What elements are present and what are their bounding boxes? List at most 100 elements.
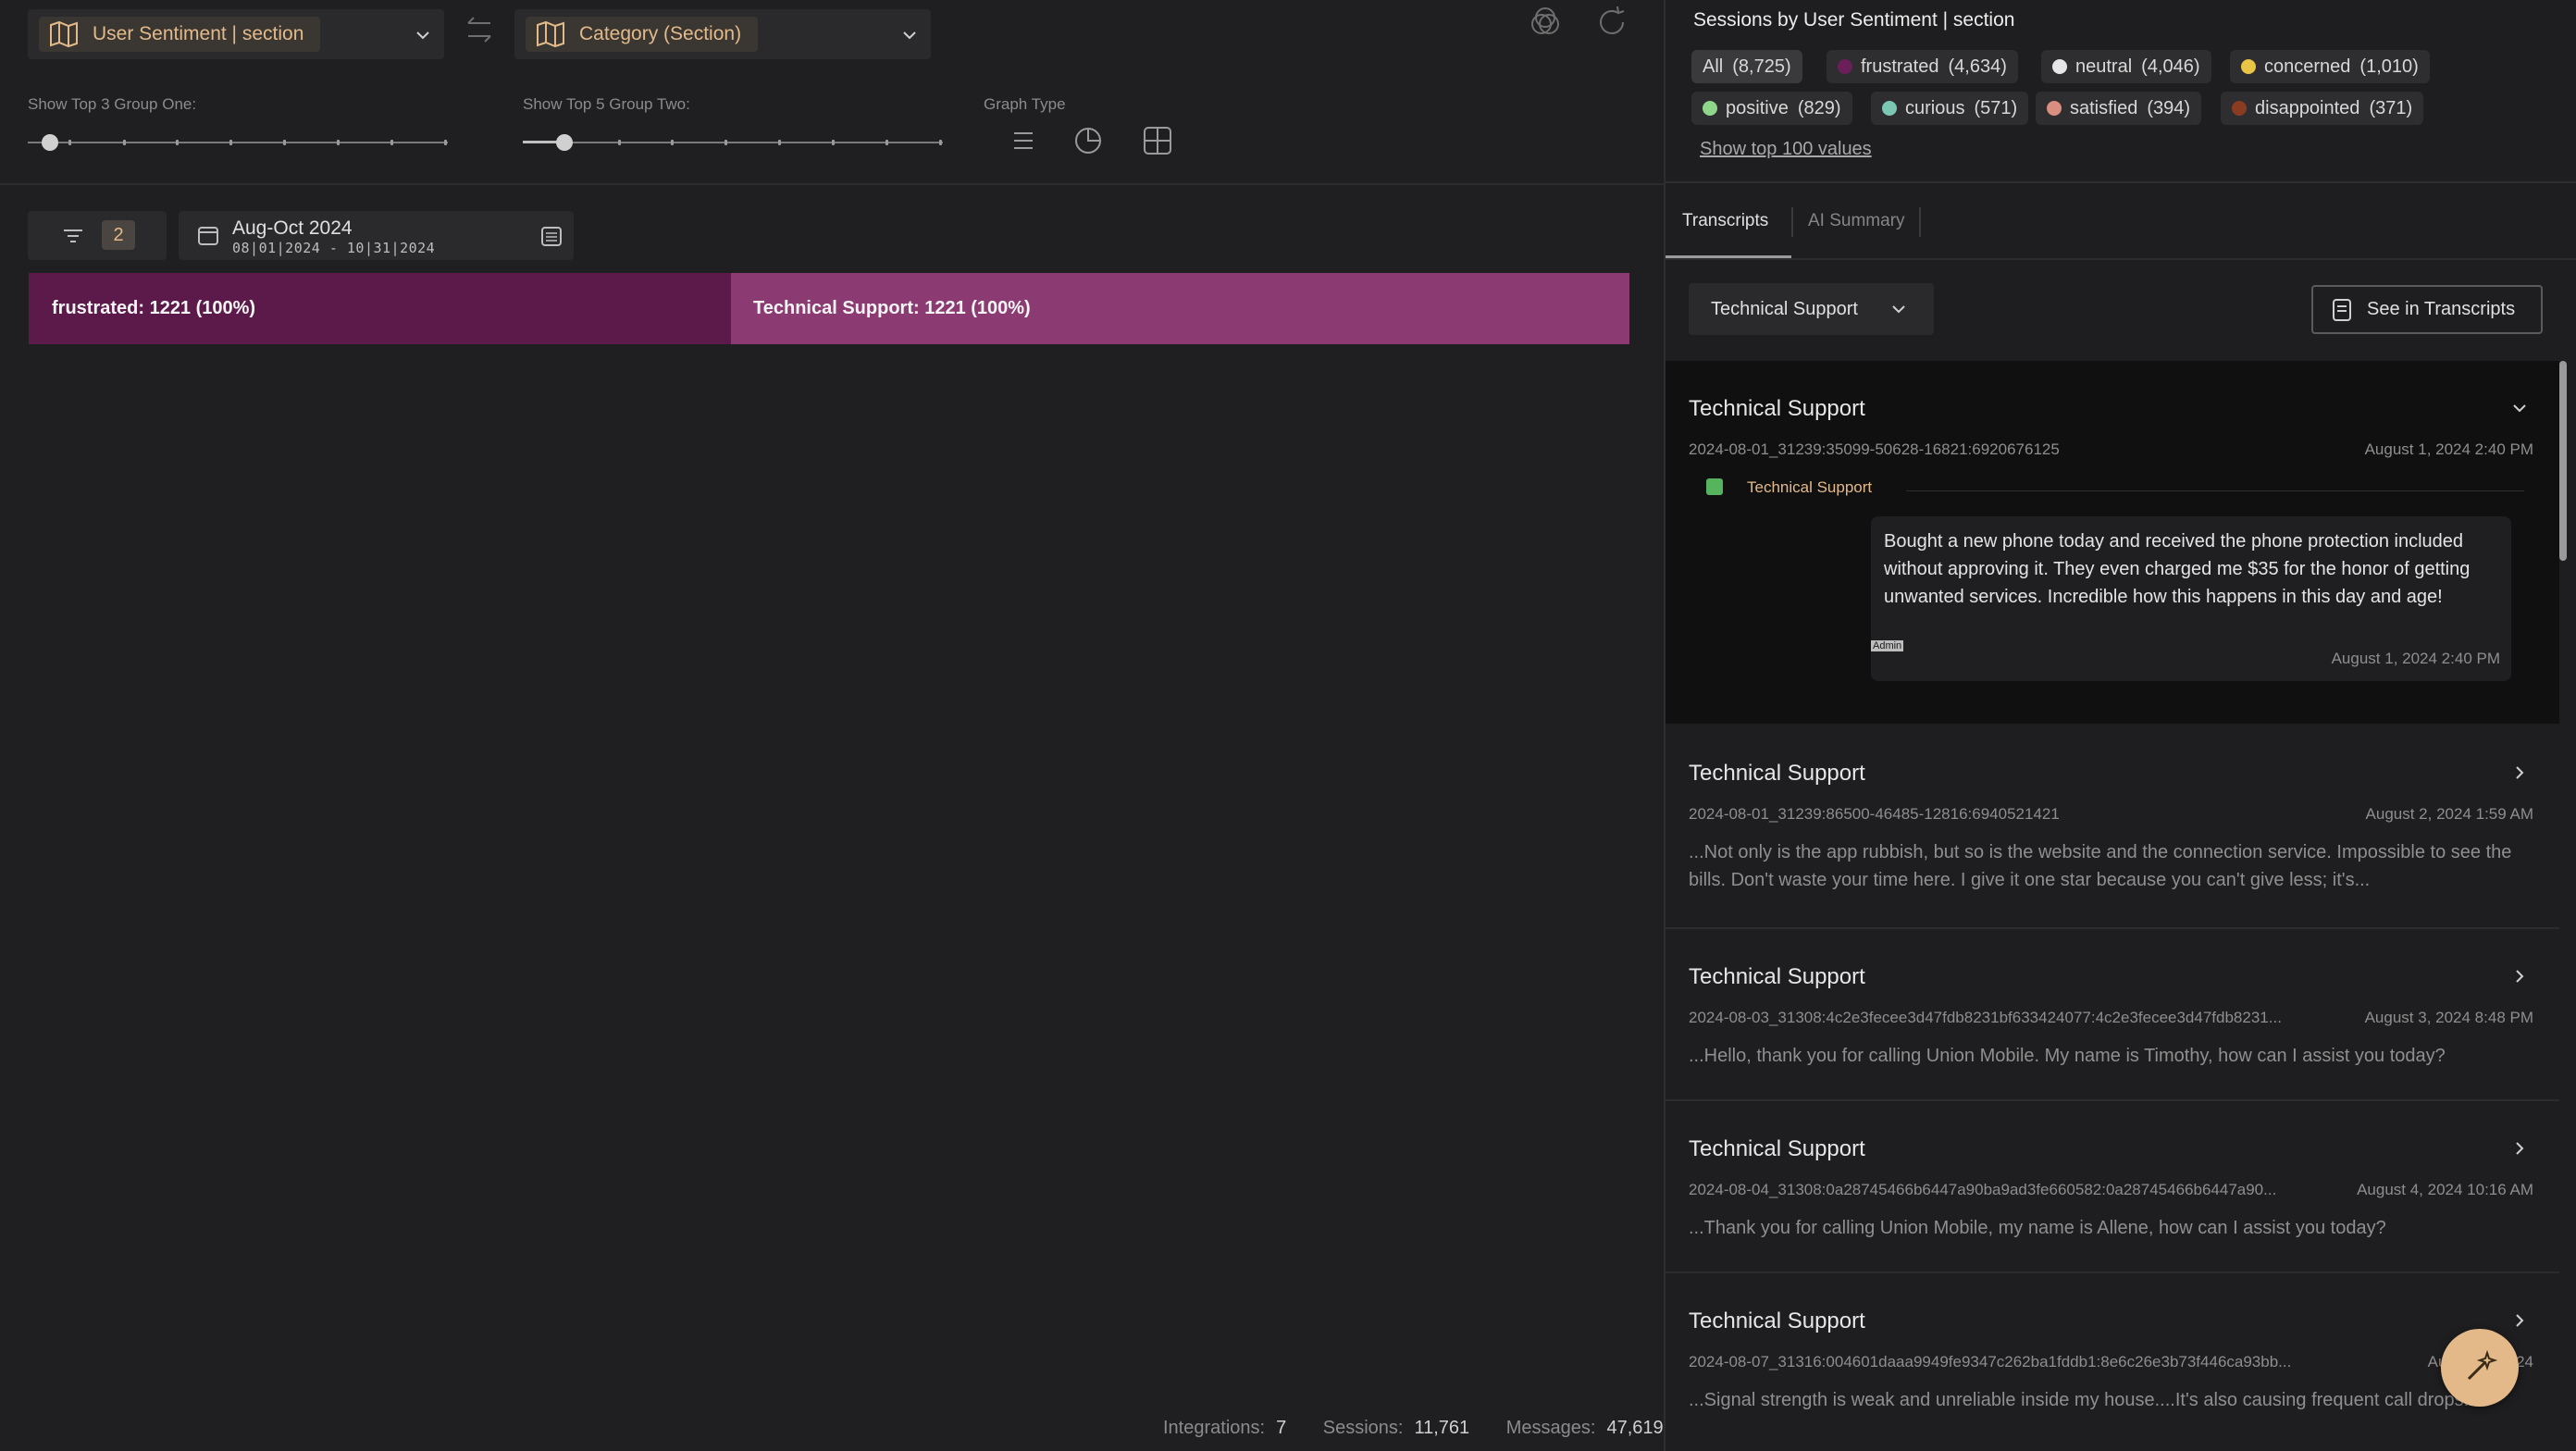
calendar-list-icon[interactable] [539,224,564,248]
transcript-snippet: ...Not only is the app rubbish, but so i… [1689,842,2512,890]
transcript-card[interactable]: Technical Support 2024-08-03_31308:4c2e3… [1666,929,2559,1099]
filter-button[interactable]: 2 [28,211,167,260]
pill-label: satisfied [2070,97,2138,118]
graph-type-label: Graph Type [984,95,1066,113]
transcript-snippet: ...Hello, thank you for calling Union Mo… [1689,1046,2446,1066]
transcript-id: 2024-08-03_31308:4c2e3fecee3d47fdb8231bf… [1689,1009,2282,1026]
date-range-picker[interactable]: Aug-Oct 2024 08|01|2024 - 10|31|2024 [179,211,574,260]
map-icon [537,20,564,48]
transcript-card[interactable]: Technical Support 2024-08-07_31316:00460… [1666,1273,2559,1451]
slider-two-label: Show Top 5 Group Two: [523,95,690,113]
document-icon [2333,299,2351,321]
group-one-slider[interactable] [28,134,448,151]
pill-label: All [1703,56,1724,77]
transcript-id: 2024-08-01_31239:35099-50628-16821:69206… [1689,440,2060,458]
tab-transcripts[interactable]: Transcripts [1682,211,1768,231]
grid-chart-icon[interactable] [1139,122,1176,159]
venn-icon[interactable] [1527,4,1564,41]
pill-all[interactable]: All (8,725) [1691,50,1802,83]
swap-icon[interactable] [463,13,496,46]
footer-stats: Integrations: 7 Sessions: 11,761 Messages:… [1163,1418,1664,1439]
group-one-label: User Sentiment | section [93,23,304,44]
show-top-values-link[interactable]: Show top 100 values [1700,139,1872,160]
chart-bar-technical-support[interactable]: Technical Support: 1221 (100%) [731,273,1629,344]
transcript-date: August 1, 2024 2:40 PM [2364,440,2533,458]
topic-select-value: Technical Support [1711,299,1858,319]
group-two-select[interactable]: Category (Section) [514,9,931,59]
integrations-label: Integrations: [1163,1418,1266,1438]
transcript-id: 2024-08-01_31239:86500-46485-12816:69405… [1689,805,2060,823]
integrations-value: 7 [1276,1418,1287,1438]
chevron-right-icon[interactable] [2509,966,2530,986]
chevron-right-icon[interactable] [2509,1310,2530,1331]
pill-concerned[interactable]: concerned (1,010) [2230,50,2430,83]
messages-label: Messages: [1505,1418,1596,1438]
ai-assistant-button[interactable] [2441,1329,2519,1407]
chevron-down-icon [1892,305,1905,314]
analysis-pane: User Sentiment | section Category (Secti… [0,0,1664,1451]
pill-positive[interactable]: positive (829) [1691,92,1852,125]
topic-select[interactable]: Technical Support [1689,283,1934,335]
transcript-card[interactable]: Technical Support 2024-08-04_31308:0a287… [1666,1101,2559,1271]
slider-thumb[interactable] [42,134,58,151]
pill-frustrated[interactable]: frustrated (4,634) [1827,50,2018,83]
pill-count: (8,725) [1732,56,1791,77]
filter-icon [64,229,82,242]
pill-count: (4,634) [1948,56,2007,77]
transcript-title: Technical Support [1689,396,1865,421]
message-date: August 1, 2024 2:40 PM [2331,650,2500,667]
pill-neutral[interactable]: neutral (4,046) [2041,50,2211,83]
transcript-title: Technical Support [1689,1136,1865,1161]
slider-one-label: Show Top 3 Group One: [28,95,197,113]
transcript-title: Technical Support [1689,964,1865,989]
chevron-down-icon [903,31,916,40]
group-one-select[interactable]: User Sentiment | section [28,9,444,59]
pill-satisfied[interactable]: satisfied (394) [2036,92,2202,125]
calendar-icon [198,227,218,245]
pill-label: disappointed [2255,97,2360,118]
bar-chart-icon[interactable] [1005,122,1042,159]
transcript-id: 2024-08-07_31316:004601daaa9949fe9347c26… [1689,1353,2292,1370]
pill-count: (571) [1974,97,2018,118]
pill-label: curious [1905,97,1965,118]
pill-label: frustrated [1861,56,1939,77]
transcript-date: August 4, 2024 10:16 AM [2357,1181,2533,1198]
pill-label: positive [1726,97,1789,118]
map-icon [50,20,78,48]
chevron-right-icon[interactable] [2509,763,2530,783]
pill-disappointed[interactable]: disappointed (371) [2221,92,2424,125]
refresh-icon[interactable] [1593,4,1630,41]
transcript-snippet: ...Thank you for calling Union Mobile, m… [1689,1218,2386,1238]
tab-ai-summary[interactable]: AI Summary [1808,211,1905,231]
scrollbar[interactable] [2559,361,2567,561]
pie-chart-icon[interactable] [1070,122,1107,159]
pill-label: concerned [2264,56,2351,77]
message-tag-color [1706,478,1723,495]
chevron-down-icon [416,31,429,40]
see-in-transcripts-button[interactable]: See in Transcripts [2311,285,2543,334]
app-root: User Sentiment | section Category (Secti… [0,0,2576,1451]
see-in-transcripts-label: See in Transcripts [2367,299,2516,319]
chevron-down-icon[interactable] [2509,398,2530,418]
chevron-right-icon[interactable] [2509,1138,2530,1159]
date-title: Aug-Oct 2024 [232,217,353,239]
messages-value: 47,619 [1606,1418,1664,1438]
transcript-title: Technical Support [1689,761,1865,786]
group-one-chip: User Sentiment | section [39,17,321,52]
chart-bar-frustrated[interactable]: frustrated: 1221 (100%) [29,273,731,344]
transcript-card[interactable]: Technical Support 2024-08-01_31239:86500… [1666,726,2559,927]
sessions-value: 11,761 [1414,1418,1470,1438]
pill-curious[interactable]: curious (571) [1871,92,2029,125]
transcript-title: Technical Support [1689,1308,1865,1333]
group-two-slider[interactable] [523,134,943,151]
transcript-id: 2024-08-04_31308:0a28745466b6447a90ba9ad… [1689,1181,2277,1198]
filter-count-badge: 2 [102,220,135,250]
group-two-label: Category (Section) [579,23,742,44]
panel-title: Sessions by User Sentiment | section [1693,9,2015,31]
sessions-panel: Sessions by User Sentiment | section All… [1664,0,2576,1451]
pill-count: (829) [1797,97,1841,118]
pill-count: (394) [2147,97,2191,118]
slider-thumb[interactable] [556,134,573,151]
date-range: 08|01|2024 - 10|31|2024 [232,240,436,256]
group-two-chip: Category (Section) [526,17,759,52]
